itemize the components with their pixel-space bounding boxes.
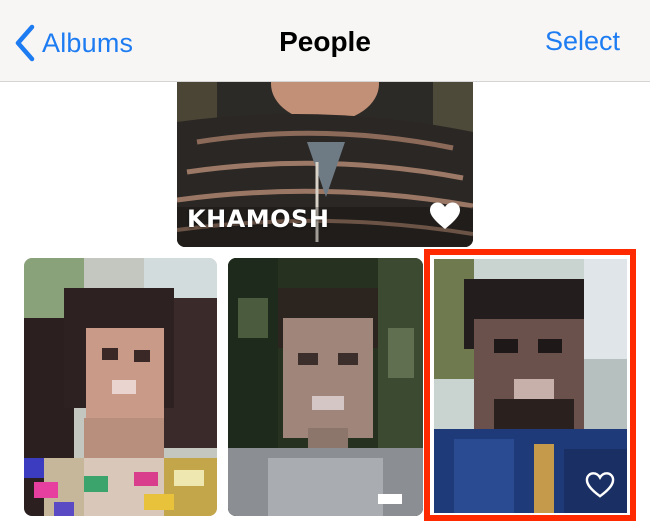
person-card-featured[interactable]: KHAMOSH — [177, 82, 473, 247]
heart-icon[interactable] — [429, 201, 461, 231]
person-card[interactable] — [24, 258, 217, 516]
select-button[interactable]: Select — [545, 26, 620, 57]
person-card[interactable] — [228, 258, 423, 516]
person-photo — [24, 258, 217, 516]
person-card[interactable] — [434, 259, 627, 513]
person-photo — [228, 258, 423, 516]
person-name: KHAMOSH — [187, 205, 330, 233]
heart-icon[interactable] — [585, 471, 615, 499]
navigation-bar: Albums People Select — [0, 0, 650, 82]
